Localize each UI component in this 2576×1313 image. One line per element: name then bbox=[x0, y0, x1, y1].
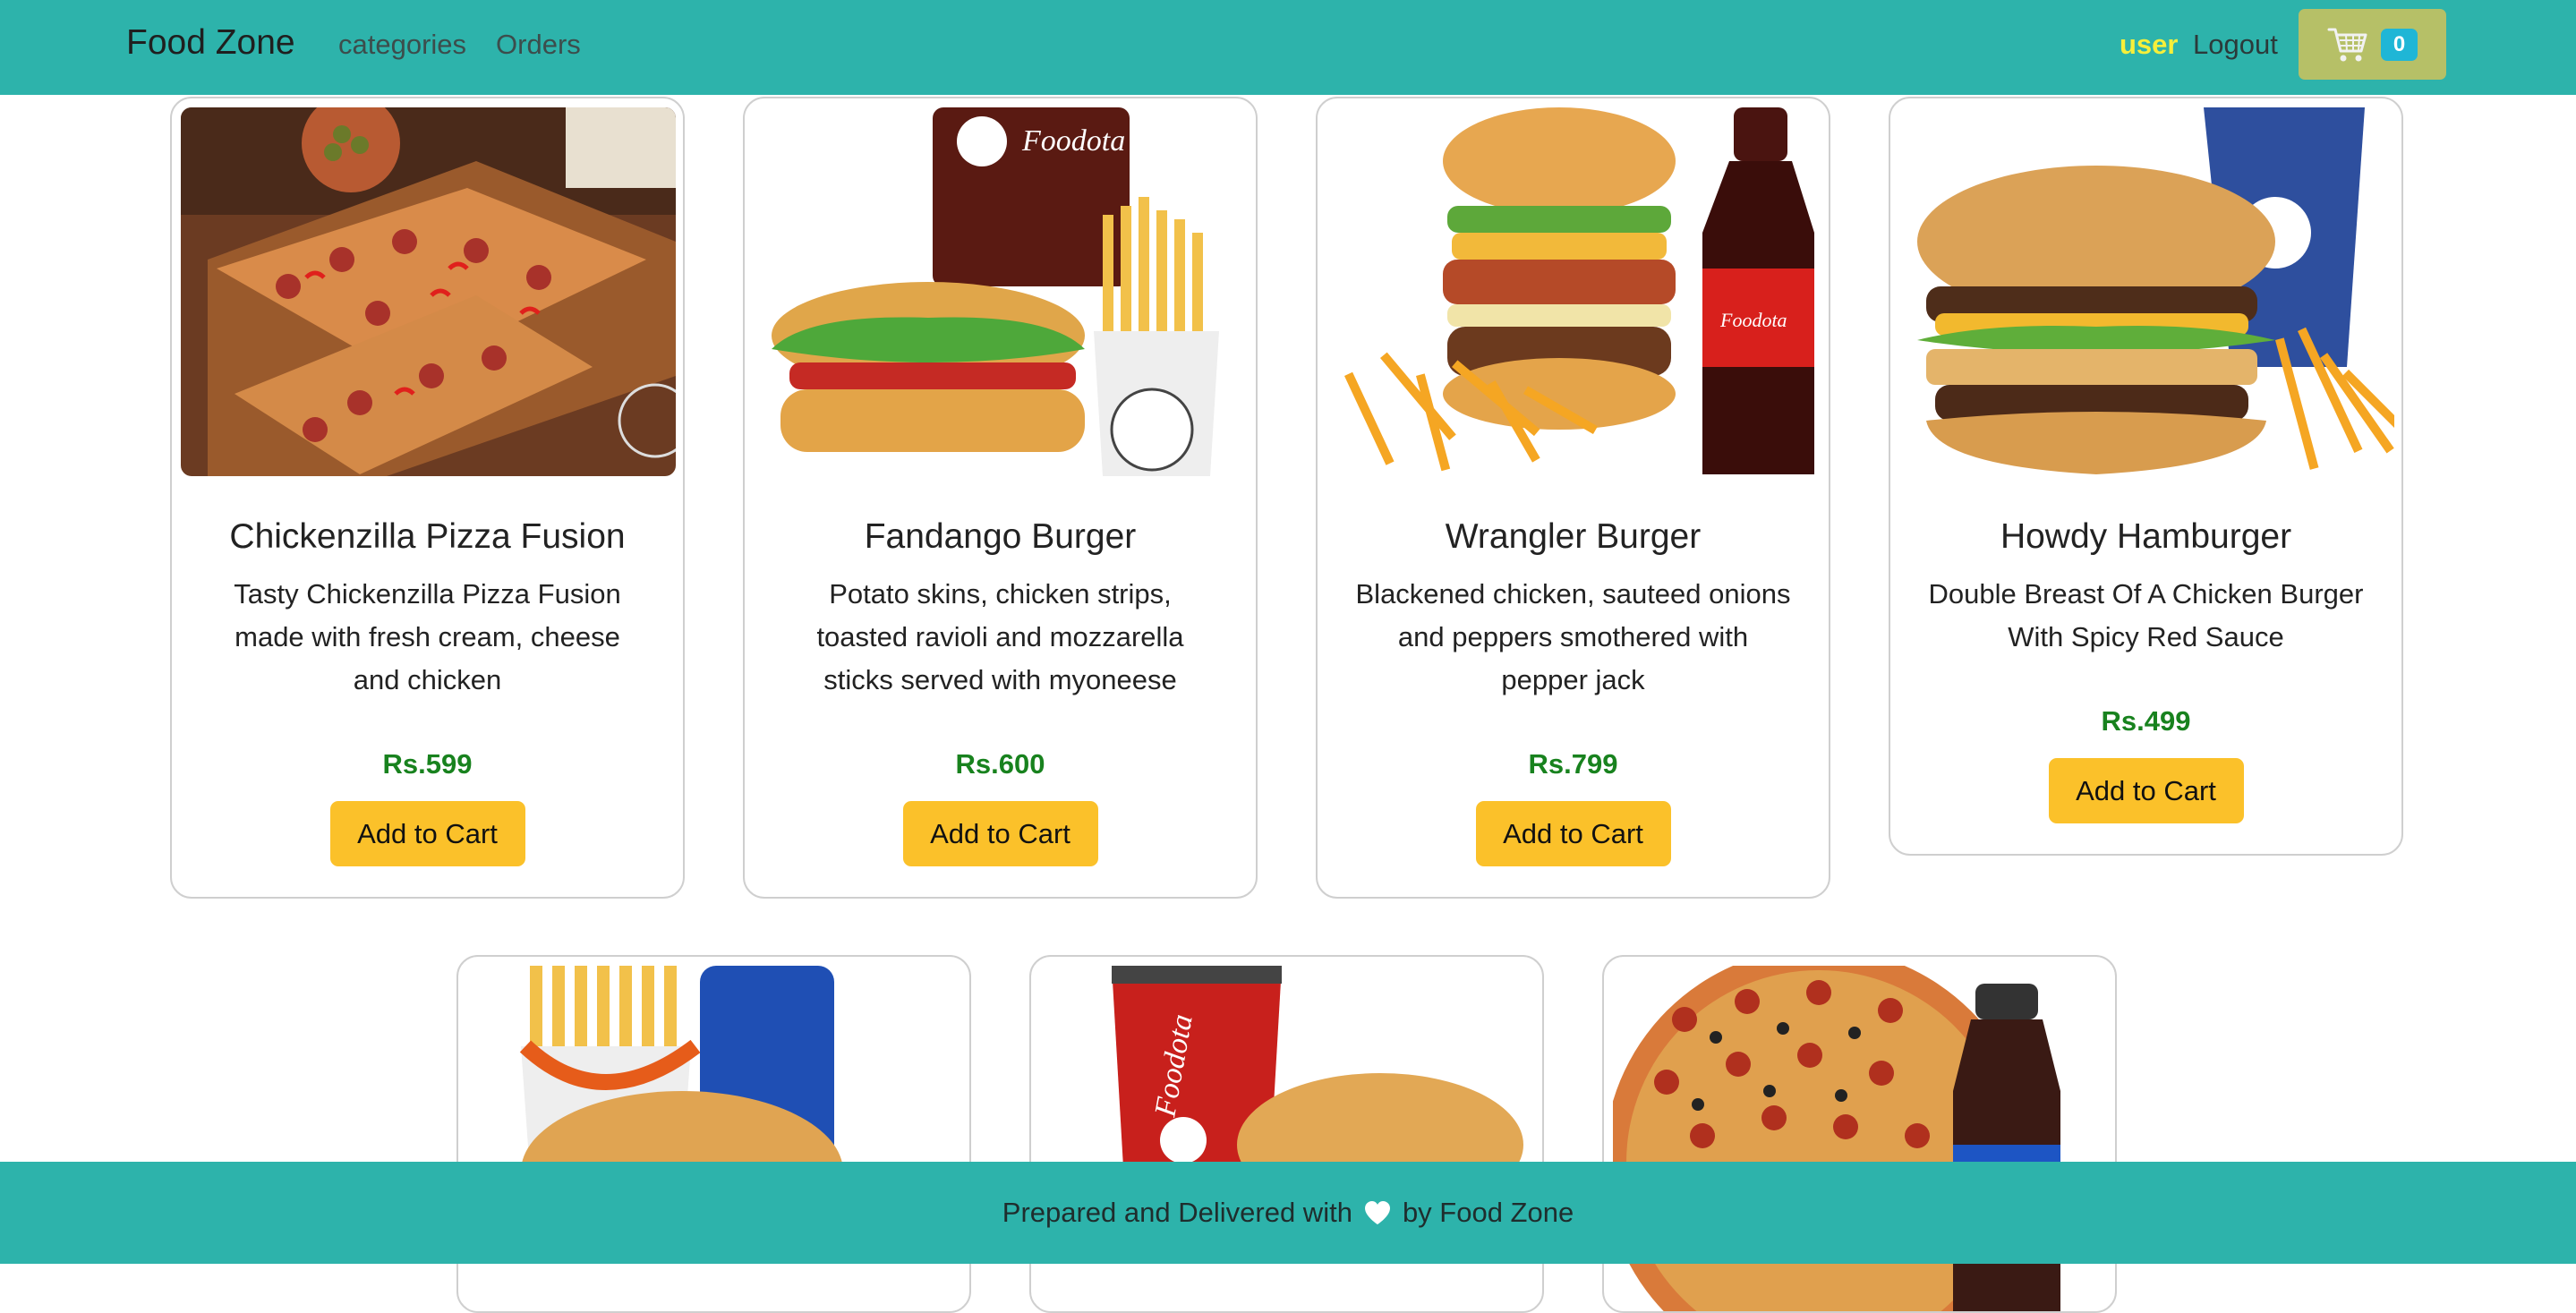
product-title: Chickenzilla Pizza Fusion bbox=[229, 517, 626, 556]
product-card: Foodota Wrangler Burger Blackened chicke… bbox=[1316, 97, 1830, 899]
product-title: Wrangler Burger bbox=[1445, 517, 1702, 556]
product-price: Rs.599 bbox=[382, 748, 473, 780]
product-image bbox=[181, 107, 676, 476]
product-price: Rs.799 bbox=[1528, 748, 1618, 780]
product-description: Double Breast Of A Chicken Burger With S… bbox=[1928, 578, 2364, 652]
product-price: Rs.499 bbox=[2101, 705, 2191, 737]
product-price: Rs.600 bbox=[955, 748, 1045, 780]
nav-link-orders[interactable]: Orders bbox=[496, 29, 581, 61]
nav-link-categories[interactable]: categories bbox=[338, 29, 466, 61]
product-card: Howdy Hamburger Double Breast Of A Chick… bbox=[1889, 97, 2403, 856]
cart-count-badge: 0 bbox=[2380, 28, 2418, 61]
add-to-cart-button[interactable]: Add to Cart bbox=[902, 801, 1098, 866]
cart-button[interactable]: 0 bbox=[2299, 9, 2446, 80]
cart-icon bbox=[2327, 26, 2368, 64]
product-title: Fandango Burger bbox=[864, 517, 1137, 556]
product-title: Howdy Hamburger bbox=[2000, 517, 2292, 556]
svg-text:Foodota: Foodota bbox=[1719, 309, 1787, 331]
product-image: Foodota bbox=[754, 107, 1249, 476]
footer-text-before: Prepared and Delivered with bbox=[1002, 1197, 1352, 1228]
product-description: Tasty Chickenzilla Pizza Fusion made wit… bbox=[234, 578, 621, 695]
logout-link[interactable]: Logout bbox=[2193, 29, 2278, 61]
product-image bbox=[1899, 107, 2394, 476]
user-name: user bbox=[2120, 29, 2179, 60]
product-description: Potato skins, chicken strips, toasted ra… bbox=[816, 578, 1184, 695]
product-description: Blackened chicken, sauteed onions and pe… bbox=[1355, 578, 1791, 695]
product-card: Foodota Fandango Burger Potato skins, ch… bbox=[743, 97, 1258, 899]
product-image: Foodota bbox=[1326, 107, 1821, 476]
svg-text:Foodota: Foodota bbox=[1021, 124, 1125, 158]
add-to-cart-button[interactable]: Add to Cart bbox=[2048, 758, 2244, 823]
footer-text: Prepared and Delivered with by Food Zone bbox=[1002, 1197, 1574, 1229]
heart-icon bbox=[1363, 1199, 1392, 1226]
nav-links: categories Orders bbox=[338, 29, 581, 61]
brand-logo[interactable]: Food Zone bbox=[126, 23, 295, 63]
footer-text-after: by Food Zone bbox=[1402, 1197, 1574, 1228]
footer: Prepared and Delivered with by Food Zone bbox=[0, 1162, 2576, 1264]
add-to-cart-button[interactable]: Add to Cart bbox=[1475, 801, 1671, 866]
product-card: Chickenzilla Pizza Fusion Tasty Chickenz… bbox=[170, 97, 685, 899]
navbar: Food Zone categories Orders user Logout … bbox=[0, 0, 2576, 95]
add-to-cart-button[interactable]: Add to Cart bbox=[329, 801, 525, 866]
